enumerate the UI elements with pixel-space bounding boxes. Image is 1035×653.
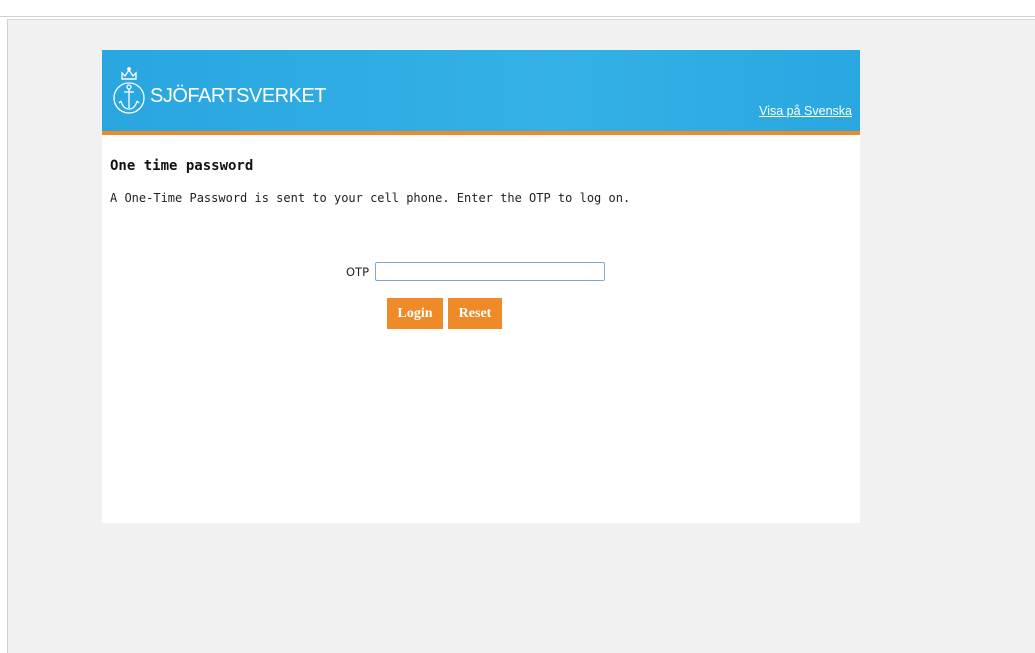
otp-row: OTP xyxy=(346,262,606,281)
page-viewport: SJÖFARTSVERKET Visa på Svenska One time … xyxy=(7,19,1035,653)
button-row: Login Reset xyxy=(387,298,507,329)
reset-button[interactable]: Reset xyxy=(448,298,502,329)
login-card: SJÖFARTSVERKET Visa på Svenska One time … xyxy=(102,50,860,523)
banner-accent-line xyxy=(102,131,860,135)
anchor-crown-emblem-icon xyxy=(113,67,145,114)
login-button[interactable]: Login xyxy=(387,298,443,329)
brand-logo: SJÖFARTSVERKET xyxy=(112,64,327,118)
window-top-strip xyxy=(0,0,1035,17)
page-title: One time password xyxy=(110,158,254,174)
otp-input[interactable] xyxy=(375,262,606,281)
browser-window: SJÖFARTSVERKET Visa på Svenska One time … xyxy=(0,0,1035,653)
brand-name: SJÖFARTSVERKET xyxy=(150,84,327,107)
otp-instruction: A One-Time Password is sent to your cell… xyxy=(110,191,631,205)
header-banner: SJÖFARTSVERKET Visa på Svenska xyxy=(102,50,860,131)
otp-label: OTP xyxy=(346,264,370,279)
language-switch-link[interactable]: Visa på Svenska xyxy=(759,104,852,118)
